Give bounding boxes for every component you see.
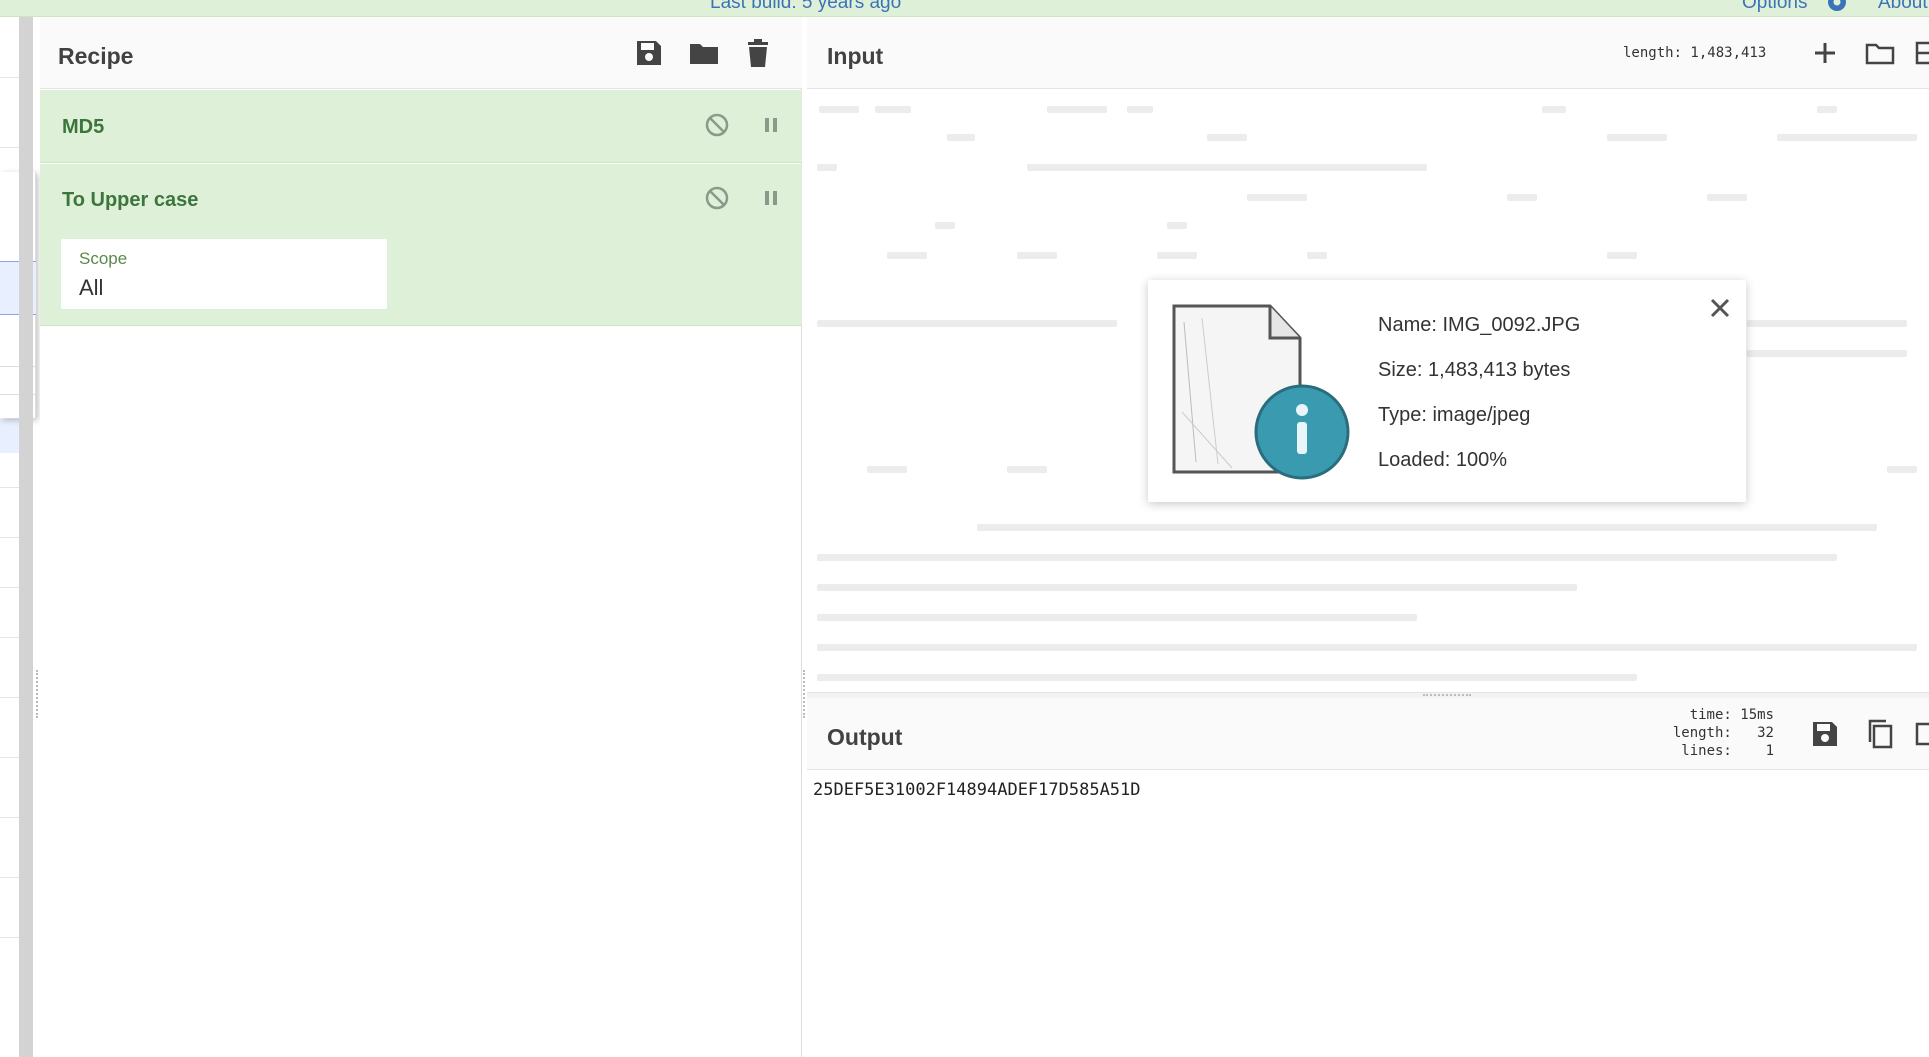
- output-header: Output time: 15ms length: 32 lines: 1: [807, 698, 1929, 770]
- gear-icon[interactable]: [1822, 0, 1852, 16]
- faint-binary-text: [1207, 134, 1247, 141]
- faint-binary-text: [1027, 164, 1427, 171]
- trash-icon[interactable]: [742, 37, 774, 69]
- faint-binary-text: [1307, 252, 1327, 259]
- input-title: Input: [827, 43, 884, 69]
- pause-icon[interactable]: [758, 185, 784, 211]
- pause-icon[interactable]: [758, 112, 784, 138]
- faint-binary-text: [817, 614, 1417, 621]
- faint-binary-text: [1607, 252, 1637, 259]
- save-recipe-icon[interactable]: [633, 37, 665, 69]
- split-view-icon[interactable]: [1915, 37, 1929, 69]
- output-title: Output: [827, 724, 903, 750]
- faint-binary-text: [817, 584, 1577, 591]
- open-folder-icon[interactable]: [1864, 37, 1896, 69]
- operations-panel: [0, 17, 40, 1057]
- file-size: Size: 1,483,413 bytes: [1378, 359, 1571, 381]
- faint-binary-text: [817, 164, 837, 171]
- recipe-panel: Recipe MD5 To Upper case Scope All: [40, 17, 802, 1057]
- output-lines-stat: lines: 1: [1681, 743, 1774, 759]
- recipe-operation-md5[interactable]: MD5: [40, 90, 802, 163]
- faint-binary-text: [875, 106, 911, 113]
- disable-operation-icon[interactable]: [704, 185, 730, 211]
- scope-label: Scope: [79, 249, 128, 268]
- resize-handle-middle[interactable]: [803, 670, 806, 718]
- faint-binary-text: [947, 134, 975, 141]
- list-divider: [0, 637, 19, 638]
- faint-binary-text: [1127, 106, 1153, 113]
- resize-grip[interactable]: [1423, 694, 1471, 697]
- output-length-stat: length: 32: [1672, 725, 1774, 741]
- top-banner: Last build: 5 years ago Options About: [0, 0, 1929, 17]
- faint-binary-text: [867, 466, 907, 473]
- faint-binary-text: [1247, 194, 1307, 201]
- replace-input-icon[interactable]: [1915, 718, 1929, 750]
- operation-name: MD5: [62, 116, 105, 138]
- faint-binary-text: [1007, 466, 1047, 473]
- faint-binary-text: [817, 554, 1837, 561]
- close-icon[interactable]: [1708, 296, 1732, 320]
- list-divider: [0, 697, 19, 698]
- list-divider: [0, 537, 19, 538]
- scope-select[interactable]: Scope All: [61, 239, 387, 309]
- file-info-icon: [1172, 304, 1350, 480]
- faint-binary-text: [1747, 320, 1907, 327]
- output-text[interactable]: 25DEF5E31002F14894ADEF17D585A51D: [813, 780, 1141, 800]
- panel-scrollbar[interactable]: [19, 17, 33, 1057]
- faint-binary-text: [1747, 350, 1907, 357]
- faint-binary-text: [1817, 106, 1837, 113]
- list-divider: [0, 487, 19, 488]
- list-divider: [0, 147, 19, 148]
- copy-icon[interactable]: [1864, 718, 1896, 750]
- file-name: Name: IMG_0092.JPG: [1378, 314, 1581, 336]
- faint-binary-text: [1047, 106, 1107, 113]
- faint-binary-text: [817, 674, 1637, 681]
- about-link[interactable]: About: [1878, 0, 1928, 14]
- recipe-operation-to-upper-case[interactable]: To Upper case Scope All: [40, 164, 802, 326]
- recipe-title: Recipe: [58, 43, 134, 69]
- list-divider: [0, 877, 19, 878]
- faint-binary-text: [817, 320, 1117, 327]
- disable-operation-icon[interactable]: [704, 112, 730, 138]
- faint-binary-text: [1157, 252, 1197, 259]
- faint-binary-text: [1607, 134, 1667, 141]
- faint-binary-text: [887, 252, 927, 259]
- faint-binary-text: [1542, 106, 1566, 113]
- folder-open-icon[interactable]: [688, 37, 720, 69]
- input-length-stat: length: 1,483,413: [1623, 45, 1767, 61]
- faint-binary-text: [817, 644, 1917, 651]
- faint-binary-text: [935, 222, 955, 229]
- list-divider: [0, 817, 19, 818]
- faint-binary-text: [1777, 134, 1917, 141]
- file-details-card: Name: IMG_0092.JPG Size: 1,483,413 bytes…: [1148, 280, 1746, 502]
- output-panel: Output time: 15ms length: 32 lines: 1 25…: [807, 698, 1929, 1057]
- list-item-highlight[interactable]: [0, 419, 19, 453]
- file-type: Type: image/jpeg: [1378, 404, 1531, 426]
- faint-binary-text: [819, 106, 859, 113]
- recipe-header: Recipe: [40, 17, 802, 89]
- input-header: Input length: 1,483,413: [807, 17, 1929, 89]
- list-divider: [0, 757, 19, 758]
- file-loaded: Loaded: 100%: [1378, 449, 1508, 471]
- add-tab-icon[interactable]: [1809, 37, 1841, 69]
- options-link[interactable]: Options: [1742, 0, 1807, 14]
- list-divider: [0, 77, 19, 78]
- resize-handle-left[interactable]: [36, 670, 39, 718]
- output-stats: time: 15ms length: 32 lines: 1: [1639, 706, 1774, 760]
- faint-binary-text: [1887, 466, 1917, 473]
- list-divider: [0, 937, 19, 938]
- last-build-text: Last build: 5 years ago: [710, 0, 902, 13]
- faint-binary-text: [1017, 252, 1057, 259]
- faint-binary-text: [1507, 194, 1537, 201]
- save-output-icon[interactable]: [1809, 718, 1841, 750]
- scope-value: All: [79, 275, 104, 300]
- faint-binary-text: [1167, 222, 1187, 229]
- list-divider: [0, 587, 19, 588]
- operation-name: To Upper case: [62, 189, 199, 211]
- faint-binary-text: [977, 524, 1877, 531]
- faint-binary-text: [1707, 194, 1747, 201]
- output-time-stat: time: 15ms: [1689, 707, 1774, 723]
